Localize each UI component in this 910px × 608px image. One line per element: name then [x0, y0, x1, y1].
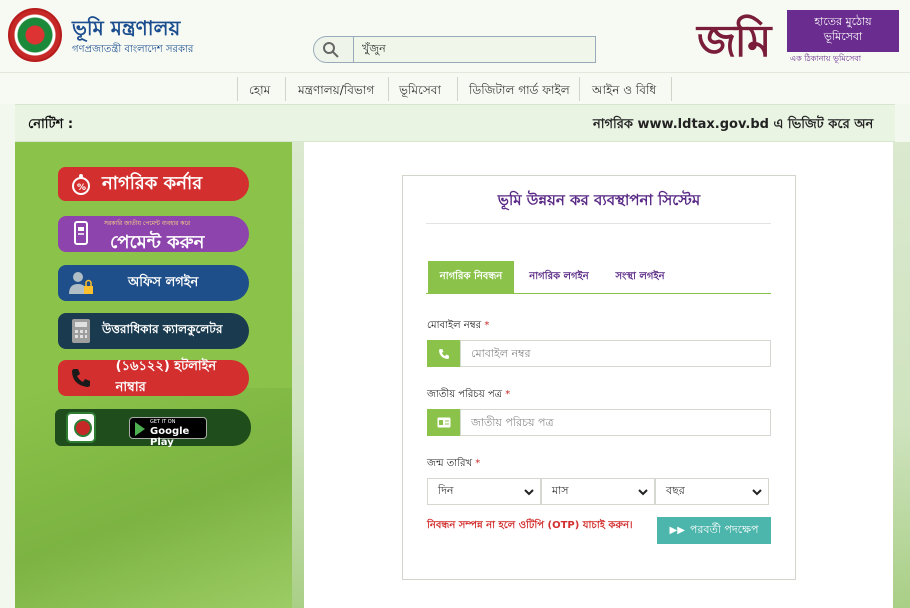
government-seal-icon[interactable] — [8, 8, 62, 62]
notice-marquee[interactable]: নাগরিক www.ldtax.gov.bd এ ভিজিট করে অন — [593, 115, 873, 136]
tabs-underline — [426, 293, 771, 294]
nid-input[interactable] — [460, 409, 771, 436]
tab-citizen-registration[interactable]: নাগরিক নিবন্ধন — [428, 261, 514, 293]
year-select[interactable]: বছর — [655, 478, 769, 505]
next-step-button[interactable]: ▶▶ পরবর্তী পদক্ষেপ — [657, 517, 771, 544]
day-select-value: দিন — [438, 484, 454, 497]
citizen-corner-button[interactable]: % নাগরিক কর্নার — [58, 167, 249, 201]
search-input[interactable] — [353, 37, 595, 62]
citizen-corner-label: নাগরিক কর্নার — [102, 172, 203, 194]
mobile-label: মোবাইল নম্বর * — [427, 318, 489, 335]
tab-organization-login[interactable]: সংস্থা লগইন — [604, 261, 676, 293]
tab-citizen-login[interactable]: নাগরিক লগইন — [520, 261, 598, 293]
google-play-button[interactable]: GET IT ON Google Play — [129, 417, 207, 448]
nav-divider — [237, 77, 238, 101]
required-mark: * — [475, 458, 481, 469]
nav-item-land-service[interactable]: ভূমিসেবা — [399, 82, 441, 102]
payment-label: পেমেন্ট করুন — [110, 232, 205, 253]
day-select[interactable]: দিন — [427, 478, 541, 505]
nav-item-law[interactable]: আইন ও বিধি — [592, 82, 656, 102]
year-select-value: বছর — [666, 484, 685, 497]
dob-label-text: জন্ম তারিখ — [427, 458, 473, 469]
payment-button[interactable]: সরকারি জাতীয় পেমেন্ট ব্যবহার করে পেমেন্… — [58, 216, 249, 253]
phone-icon — [438, 348, 449, 359]
phone-addon — [427, 340, 460, 367]
jomi-badge-line2: ভূমিসেবা — [823, 30, 863, 43]
chevron-down-icon — [752, 489, 762, 496]
app-download-bar: GET IT ON Google Play — [55, 409, 251, 448]
brand-subtitle: গণপ্রজাতন্ত্রী বাংলাদেশ সরকার — [72, 44, 194, 55]
nav-item-home[interactable]: হোম — [249, 82, 270, 102]
google-play-caption: GET IT ON — [150, 419, 176, 425]
svg-text:%: % — [77, 183, 86, 193]
header: ভূমি মন্ত্রণালয় গণপ্রজাতন্ত্রী বাংলাদেশ… — [0, 0, 910, 72]
title-divider — [426, 223, 771, 224]
jomi-tagline: এক ঠিকানায় ভূমিসেবা — [790, 54, 862, 63]
month-select[interactable]: মাস — [541, 478, 655, 505]
mobile-label-text: মোবাইল নম্বর — [427, 320, 482, 331]
land-app-icon[interactable] — [66, 412, 96, 443]
nav-divider — [579, 77, 580, 101]
hotline-button[interactable]: (১৬১২২) হটলাইন নাম্বার — [58, 359, 249, 396]
dob-label: জন্ম তারিখ * — [427, 456, 480, 473]
calculator-icon — [68, 319, 94, 343]
month-select-value: মাস — [552, 484, 569, 497]
money-bag-icon: % — [68, 172, 94, 196]
next-step-label: পরবর্তী পদক্ষেপ — [689, 523, 759, 536]
phone-icon — [68, 366, 94, 390]
required-mark: * — [484, 320, 490, 331]
notice-bar: নোটিশ : নাগরিক www.ldtax.gov.bd এ ভিজিট … — [15, 104, 895, 142]
nav-divider — [457, 77, 458, 101]
inheritance-calculator-button[interactable]: উত্তরাধিকার ক্যালকুলেটর — [58, 313, 249, 349]
required-mark: * — [505, 389, 511, 400]
inheritance-calculator-label: উত্তরাধিকার ক্যালকুলেটর — [102, 322, 223, 336]
id-card-icon — [437, 417, 450, 428]
nid-label-text: জাতীয় পরিচয় পত্র — [427, 389, 503, 400]
office-login-label: অফিস লগইন — [128, 274, 199, 290]
form-title: ভূমি উন্নয়ন কর ব্যবস্থাপনা সিস্টেম — [497, 191, 701, 209]
chevron-down-icon — [524, 489, 534, 496]
mobile-number-input[interactable] — [460, 340, 771, 367]
nav-item-ministry[interactable]: মন্ত্রণালয়/বিভাগ — [298, 82, 374, 102]
jomi-badge: হাতের মুঠোয় ভূমিসেবা — [787, 10, 899, 52]
nav-divider — [388, 77, 389, 101]
chevron-down-icon — [638, 489, 648, 496]
id-card-addon — [427, 409, 460, 436]
otp-notice: নিবন্ধন সম্পন্ন না হলে ওটিপি (OTP) যাচাই… — [427, 520, 633, 531]
google-play-icon — [135, 422, 145, 436]
office-login-button[interactable]: অফিস লগইন — [58, 265, 249, 301]
main-nav: হোম মন্ত্রণালয়/বিভাগ ভূমিসেবা ডিজিটাল গ… — [0, 72, 910, 104]
search-icon[interactable] — [321, 40, 341, 60]
user-lock-icon — [68, 271, 94, 295]
nid-label: জাতীয় পরিচয় পত্র * — [427, 387, 510, 404]
phone-payment-icon — [68, 221, 94, 246]
notice-label: নোটিশ : — [28, 117, 74, 132]
jomi-logo[interactable]: জমি — [697, 8, 771, 81]
double-chevron-right-icon: ▶▶ — [669, 525, 685, 536]
jomi-badge-line1: হাতের মুঠোয় — [814, 15, 872, 28]
nav-divider — [285, 77, 286, 101]
nav-item-digital-guard-file[interactable]: ডিজিটাল গার্ড ফাইল — [469, 82, 570, 102]
nav-divider — [671, 77, 672, 101]
hotline-label: (১৬১২২) হটলাইন নাম্বার — [115, 359, 217, 395]
google-play-label: Google Play — [150, 426, 190, 448]
